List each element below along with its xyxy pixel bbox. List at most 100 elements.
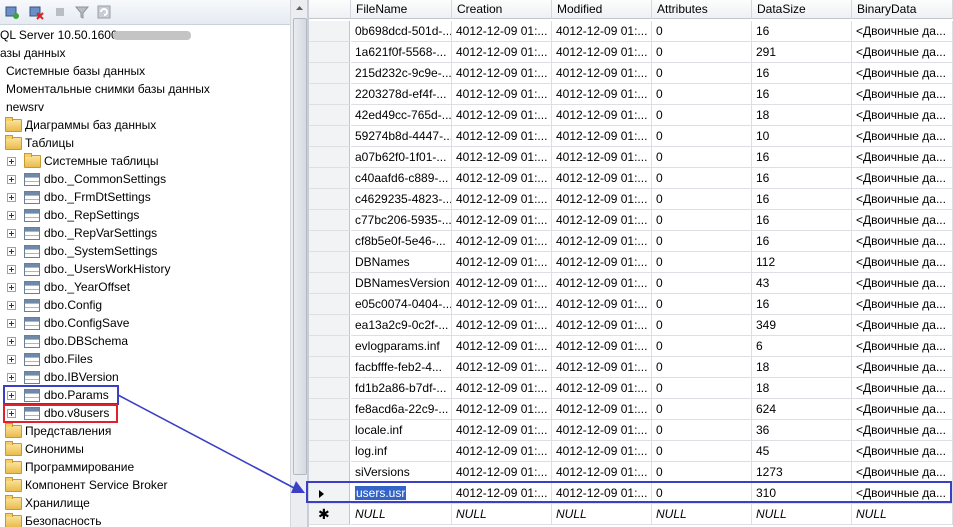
grid-cell[interactable]: 4012-12-09 01:... — [552, 357, 652, 378]
grid-cell[interactable]: 4012-12-09 01:... — [452, 294, 552, 315]
row-selector[interactable] — [309, 84, 350, 105]
grid-cell[interactable]: 4012-12-09 01:... — [552, 252, 652, 273]
grid-cell[interactable]: 4012-12-09 01:... — [452, 441, 552, 462]
grid-cell[interactable]: 0 — [652, 273, 752, 294]
grid-cell[interactable]: <Двоичные да... — [852, 42, 953, 63]
expand-icon[interactable] — [7, 193, 16, 202]
grid-cell[interactable]: 43 — [752, 273, 852, 294]
grid-cell[interactable]: 4012-12-09 01:... — [452, 378, 552, 399]
grid-cell[interactable]: 0 — [652, 231, 752, 252]
grid-cell[interactable]: 349 — [752, 315, 852, 336]
grid-cell[interactable]: <Двоичные да... — [852, 210, 953, 231]
scroll-up-icon[interactable] — [291, 0, 308, 17]
grid-cell[interactable]: 4012-12-09 01:... — [552, 126, 652, 147]
expand-icon[interactable] — [7, 373, 16, 382]
grid-cell[interactable]: <Двоичные да... — [852, 336, 953, 357]
grid-cell[interactable]: 16 — [752, 231, 852, 252]
expand-icon[interactable] — [7, 337, 16, 346]
grid-cell[interactable]: 0 — [652, 399, 752, 420]
grid-cell[interactable]: <Двоичные да... — [852, 21, 953, 42]
expand-icon[interactable] — [7, 211, 16, 220]
row-selector[interactable] — [309, 420, 350, 441]
column-header[interactable]: BinaryData — [852, 0, 953, 19]
grid-cell[interactable]: 0 — [652, 315, 752, 336]
new-row-cell[interactable]: NULL — [752, 504, 852, 525]
grid-cell[interactable]: 4012-12-09 01:... — [452, 399, 552, 420]
disconnect-icon[interactable] — [28, 4, 44, 20]
expand-icon[interactable] — [7, 247, 16, 256]
grid-cell[interactable]: <Двоичные да... — [852, 168, 953, 189]
new-row-cell[interactable]: NULL — [351, 504, 452, 525]
expand-icon[interactable] — [7, 283, 16, 292]
grid-cell[interactable]: 4012-12-09 01:... — [452, 42, 552, 63]
grid-cell[interactable]: 291 — [752, 42, 852, 63]
grid-cell[interactable]: 4012-12-09 01:... — [552, 483, 652, 504]
column-header[interactable]: DataSize — [752, 0, 852, 19]
grid-cell[interactable]: 0 — [652, 105, 752, 126]
expand-icon[interactable] — [7, 265, 16, 274]
grid-cell[interactable]: <Двоичные да... — [852, 84, 953, 105]
row-selector[interactable] — [309, 126, 350, 147]
grid-cell[interactable]: 4012-12-09 01:... — [552, 189, 652, 210]
row-selector[interactable] — [309, 315, 350, 336]
grid-cell[interactable]: 16 — [752, 84, 852, 105]
grid-cell[interactable]: 16 — [752, 63, 852, 84]
grid-cell[interactable]: <Двоичные да... — [852, 420, 953, 441]
grid-cell[interactable]: 4012-12-09 01:... — [552, 294, 652, 315]
grid-cell[interactable]: 0b698dcd-501d-... — [351, 21, 452, 42]
stop-icon[interactable] — [52, 4, 68, 20]
filter-icon[interactable] — [74, 4, 90, 20]
grid-cell[interactable]: 4012-12-09 01:... — [452, 126, 552, 147]
row-selector[interactable] — [309, 21, 350, 42]
grid-cell[interactable]: 4012-12-09 01:... — [452, 84, 552, 105]
grid-cell[interactable]: 4012-12-09 01:... — [452, 483, 552, 504]
grid-cell[interactable]: 0 — [652, 441, 752, 462]
row-selector[interactable] — [309, 378, 350, 399]
row-selector[interactable] — [309, 483, 350, 504]
grid-cell[interactable]: a07b62f0-1f01-... — [351, 147, 452, 168]
grid-cell[interactable]: 4012-12-09 01:... — [452, 273, 552, 294]
grid-cell[interactable]: evlogparams.inf — [351, 336, 452, 357]
expand-icon[interactable] — [7, 229, 16, 238]
grid-cell[interactable]: 18 — [752, 378, 852, 399]
grid-cell[interactable]: c77bc206-5935-... — [351, 210, 452, 231]
grid-cell[interactable]: 4012-12-09 01:... — [552, 273, 652, 294]
grid-cell[interactable]: 16 — [752, 147, 852, 168]
grid-cell[interactable]: 4012-12-09 01:... — [452, 189, 552, 210]
grid-cell[interactable]: 4012-12-09 01:... — [452, 357, 552, 378]
grid-cell[interactable]: 0 — [652, 210, 752, 231]
grid-cell[interactable]: 624 — [752, 399, 852, 420]
new-row-cell[interactable]: NULL — [852, 504, 953, 525]
grid-cell[interactable]: 4012-12-09 01:... — [552, 441, 652, 462]
grid-cell[interactable]: fe8acd6a-22c9-... — [351, 399, 452, 420]
grid-cell[interactable]: 16 — [752, 21, 852, 42]
row-selector[interactable] — [309, 336, 350, 357]
grid-cell[interactable]: <Двоичные да... — [852, 399, 953, 420]
grid-cell[interactable]: DBNames — [351, 252, 452, 273]
row-selector[interactable] — [309, 105, 350, 126]
grid-cell[interactable]: <Двоичные да... — [852, 189, 953, 210]
row-selector[interactable] — [309, 357, 350, 378]
refresh-icon[interactable] — [96, 4, 112, 20]
grid-cell[interactable]: 0 — [652, 21, 752, 42]
grid-cell[interactable]: 4012-12-09 01:... — [552, 420, 652, 441]
grid-cell[interactable]: 16 — [752, 168, 852, 189]
grid-cell[interactable]: 45 — [752, 441, 852, 462]
grid-cell[interactable]: 16 — [752, 294, 852, 315]
grid-corner[interactable] — [309, 0, 351, 19]
column-header[interactable]: Modified — [552, 0, 652, 19]
grid-cell[interactable]: 0 — [652, 42, 752, 63]
row-selector[interactable] — [309, 399, 350, 420]
column-header[interactable]: Attributes — [652, 0, 752, 19]
grid-cell[interactable]: 0 — [652, 483, 752, 504]
grid-cell[interactable]: 4012-12-09 01:... — [552, 378, 652, 399]
grid-cell[interactable]: <Двоичные да... — [852, 147, 953, 168]
row-selector[interactable] — [309, 231, 350, 252]
grid-cell[interactable]: 4012-12-09 01:... — [452, 420, 552, 441]
row-selector[interactable] — [309, 168, 350, 189]
column-header[interactable]: FileName — [351, 0, 452, 19]
grid-cell[interactable]: 0 — [652, 357, 752, 378]
grid-cell[interactable]: <Двоичные да... — [852, 441, 953, 462]
grid-cell[interactable]: <Двоичные да... — [852, 357, 953, 378]
connect-icon[interactable] — [4, 4, 20, 20]
